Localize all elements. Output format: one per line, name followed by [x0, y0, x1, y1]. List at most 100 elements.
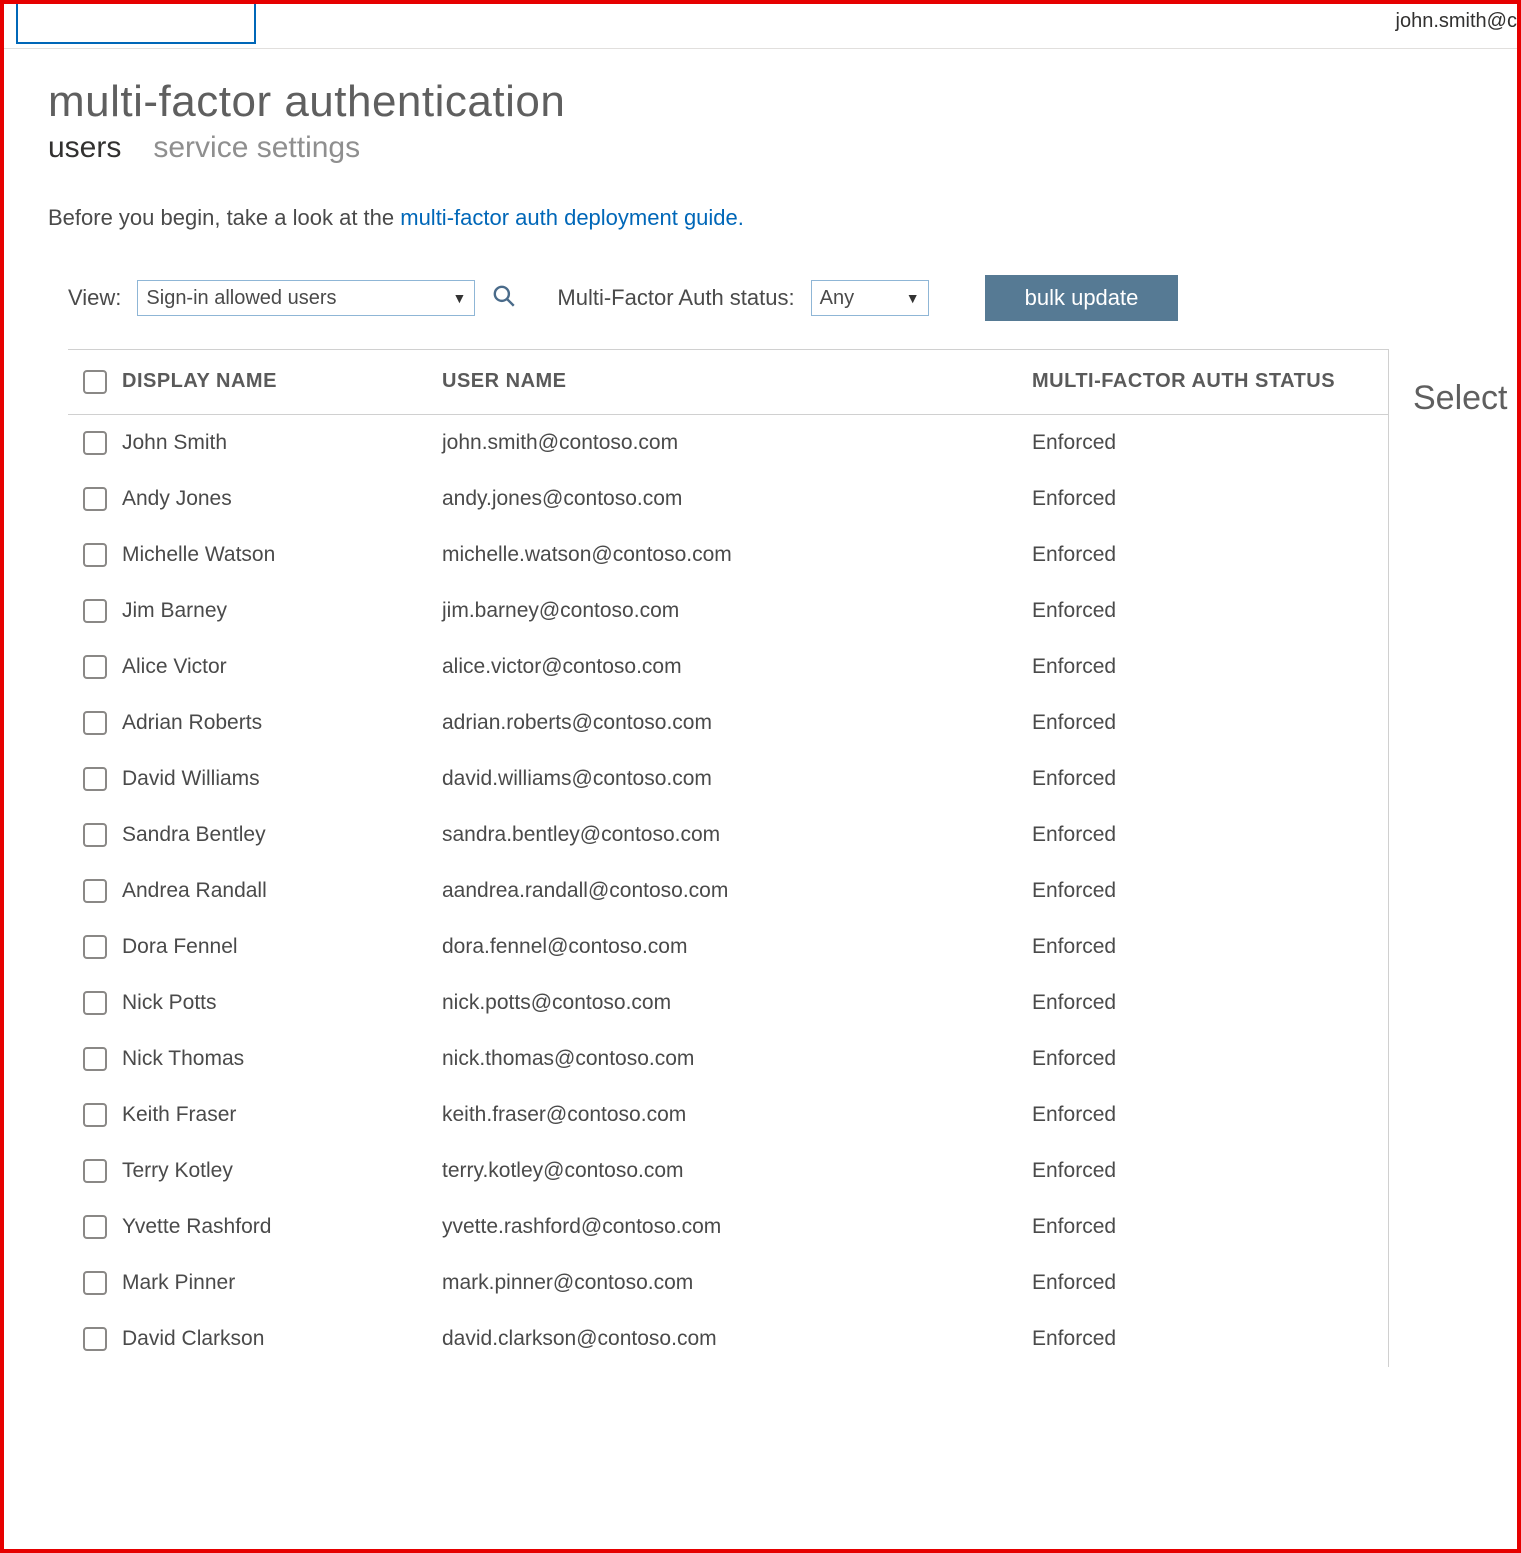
table-row[interactable]: Mark Pinnermark.pinner@contoso.comEnforc…	[68, 1255, 1388, 1311]
deployment-guide-link[interactable]: multi-factor auth deployment guide.	[400, 205, 744, 230]
table-header: DISPLAY NAME USER NAME MULTI-FACTOR AUTH…	[68, 349, 1388, 415]
tabs: users service settings	[48, 131, 1517, 165]
table-row[interactable]: David Williamsdavid.williams@contoso.com…	[68, 751, 1388, 807]
table-row[interactable]: John Smithjohn.smith@contoso.comEnforced	[68, 415, 1388, 471]
cell-user-name: dora.fennel@contoso.com	[442, 935, 1032, 959]
cell-mfa-status: Enforced	[1032, 1103, 1352, 1127]
tab-service-settings[interactable]: service settings	[153, 131, 360, 165]
signed-in-user: john.smith@c	[1396, 4, 1517, 33]
row-checkbox[interactable]	[83, 711, 107, 735]
col-display-name[interactable]: DISPLAY NAME	[122, 370, 442, 394]
table-row[interactable]: Dora Fenneldora.fennel@contoso.comEnforc…	[68, 919, 1388, 975]
row-checkbox[interactable]	[83, 1215, 107, 1239]
row-checkbox[interactable]	[83, 1103, 107, 1127]
table-row[interactable]: Jim Barneyjim.barney@contoso.comEnforced	[68, 583, 1388, 639]
table-row[interactable]: Keith Fraserkeith.fraser@contoso.comEnfo…	[68, 1087, 1388, 1143]
cell-display-name: Jim Barney	[122, 599, 442, 623]
row-checkbox[interactable]	[83, 991, 107, 1015]
row-checkbox[interactable]	[83, 1047, 107, 1071]
cell-user-name: david.williams@contoso.com	[442, 767, 1032, 791]
table-row[interactable]: Alice Victoralice.victor@contoso.comEnfo…	[68, 639, 1388, 695]
table-row[interactable]: Andy Jonesandy.jones@contoso.comEnforced	[68, 471, 1388, 527]
cell-user-name: yvette.rashford@contoso.com	[442, 1215, 1032, 1239]
cell-user-name: aandrea.randall@contoso.com	[442, 879, 1032, 903]
row-checkbox[interactable]	[83, 599, 107, 623]
table-row[interactable]: Sandra Bentleysandra.bentley@contoso.com…	[68, 807, 1388, 863]
cell-mfa-status: Enforced	[1032, 1271, 1352, 1295]
cell-user-name: sandra.bentley@contoso.com	[442, 823, 1032, 847]
filter-row: View: Sign-in allowed users ▼ Multi-Fact…	[48, 275, 1517, 321]
users-table: DISPLAY NAME USER NAME MULTI-FACTOR AUTH…	[48, 349, 1388, 1367]
side-panel: Select	[1388, 349, 1508, 1367]
row-checkbox[interactable]	[83, 1159, 107, 1183]
tab-users[interactable]: users	[48, 131, 121, 165]
cell-display-name: David Clarkson	[122, 1327, 442, 1351]
cell-display-name: Nick Thomas	[122, 1047, 442, 1071]
cell-user-name: david.clarkson@contoso.com	[442, 1327, 1032, 1351]
cell-mfa-status: Enforced	[1032, 599, 1352, 623]
cell-display-name: Nick Potts	[122, 991, 442, 1015]
cell-mfa-status: Enforced	[1032, 879, 1352, 903]
cell-mfa-status: Enforced	[1032, 991, 1352, 1015]
cell-user-name: nick.thomas@contoso.com	[442, 1047, 1032, 1071]
cell-mfa-status: Enforced	[1032, 823, 1352, 847]
row-checkbox[interactable]	[83, 431, 107, 455]
cell-display-name: Mark Pinner	[122, 1271, 442, 1295]
cell-display-name: Dora Fennel	[122, 935, 442, 959]
cell-display-name: David Williams	[122, 767, 442, 791]
view-select-value: Sign-in allowed users	[146, 287, 336, 310]
table-row[interactable]: Nick Thomasnick.thomas@contoso.comEnforc…	[68, 1031, 1388, 1087]
col-user-name[interactable]: USER NAME	[442, 370, 1032, 394]
row-checkbox[interactable]	[83, 1271, 107, 1295]
row-checkbox[interactable]	[83, 879, 107, 903]
cell-mfa-status: Enforced	[1032, 1159, 1352, 1183]
row-checkbox[interactable]	[83, 543, 107, 567]
cell-display-name: Terry Kotley	[122, 1159, 442, 1183]
col-mfa-status[interactable]: MULTI-FACTOR AUTH STATUS	[1032, 370, 1352, 394]
logo-placeholder	[16, 4, 256, 44]
view-select[interactable]: Sign-in allowed users ▼	[137, 280, 475, 316]
row-checkbox[interactable]	[83, 487, 107, 511]
cell-display-name: Andrea Randall	[122, 879, 442, 903]
cell-display-name: Keith Fraser	[122, 1103, 442, 1127]
chevron-down-icon: ▼	[453, 290, 467, 306]
cell-user-name: mark.pinner@contoso.com	[442, 1271, 1032, 1295]
cell-user-name: terry.kotley@contoso.com	[442, 1159, 1032, 1183]
bulk-update-button[interactable]: bulk update	[985, 275, 1179, 321]
table-row[interactable]: Nick Pottsnick.potts@contoso.comEnforced	[68, 975, 1388, 1031]
table-row[interactable]: David Clarksondavid.clarkson@contoso.com…	[68, 1311, 1388, 1367]
cell-user-name: jim.barney@contoso.com	[442, 599, 1032, 623]
side-panel-title: Select	[1413, 379, 1508, 418]
cell-display-name: Yvette Rashford	[122, 1215, 442, 1239]
intro-text: Before you begin, take a look at the mul…	[48, 205, 1517, 231]
search-icon[interactable]	[491, 283, 517, 314]
cell-user-name: andy.jones@contoso.com	[442, 487, 1032, 511]
cell-display-name: Sandra Bentley	[122, 823, 442, 847]
cell-mfa-status: Enforced	[1032, 431, 1352, 455]
cell-user-name: john.smith@contoso.com	[442, 431, 1032, 455]
cell-display-name: Michelle Watson	[122, 543, 442, 567]
table-row[interactable]: Terry Kotleyterry.kotley@contoso.comEnfo…	[68, 1143, 1388, 1199]
row-checkbox[interactable]	[83, 1327, 107, 1351]
cell-user-name: keith.fraser@contoso.com	[442, 1103, 1032, 1127]
cell-mfa-status: Enforced	[1032, 1215, 1352, 1239]
cell-user-name: alice.victor@contoso.com	[442, 655, 1032, 679]
row-checkbox[interactable]	[83, 655, 107, 679]
select-all-checkbox[interactable]	[83, 370, 107, 394]
status-select[interactable]: Any ▼	[811, 280, 929, 316]
intro-prefix: Before you begin, take a look at the	[48, 205, 400, 230]
cell-mfa-status: Enforced	[1032, 1327, 1352, 1351]
cell-mfa-status: Enforced	[1032, 487, 1352, 511]
table-row[interactable]: Andrea Randallaandrea.randall@contoso.co…	[68, 863, 1388, 919]
topbar: john.smith@c	[4, 4, 1517, 49]
row-checkbox[interactable]	[83, 767, 107, 791]
row-checkbox[interactable]	[83, 823, 107, 847]
table-row[interactable]: Adrian Robertsadrian.roberts@contoso.com…	[68, 695, 1388, 751]
cell-display-name: Adrian Roberts	[122, 711, 442, 735]
row-checkbox[interactable]	[83, 935, 107, 959]
cell-user-name: adrian.roberts@contoso.com	[442, 711, 1032, 735]
cell-mfa-status: Enforced	[1032, 655, 1352, 679]
table-row[interactable]: Yvette Rashfordyvette.rashford@contoso.c…	[68, 1199, 1388, 1255]
table-row[interactable]: Michelle Watsonmichelle.watson@contoso.c…	[68, 527, 1388, 583]
view-label: View:	[68, 285, 121, 311]
